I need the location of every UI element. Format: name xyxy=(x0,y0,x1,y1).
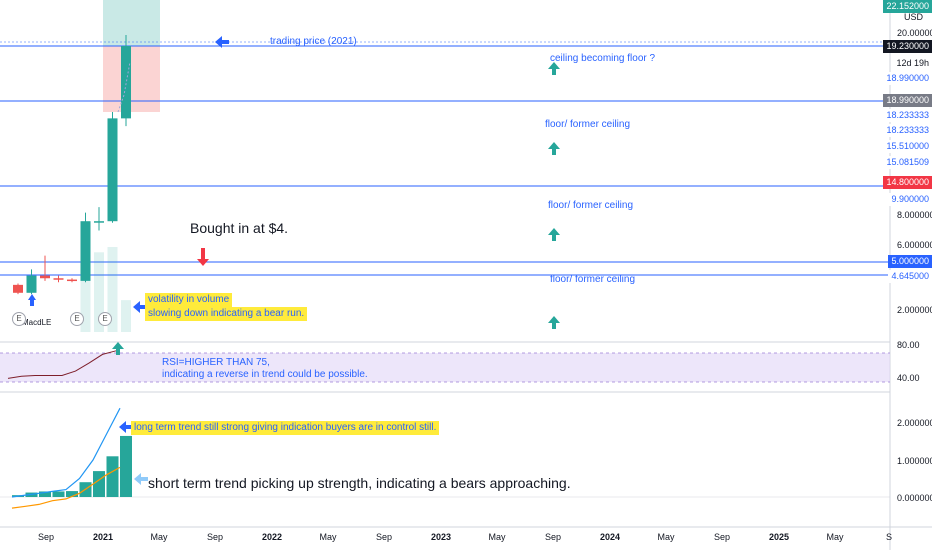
price-tag: 18.990000 xyxy=(883,94,932,107)
x-tick-label: 2024 xyxy=(599,532,621,542)
macd-label-1: 1.000000 xyxy=(897,456,932,466)
note-ceiling-floor: ceiling becoming floor ? xyxy=(550,53,656,64)
price-tag: 9.900000 xyxy=(888,193,932,206)
x-tick-label: 2021 xyxy=(92,532,114,542)
x-tick-label: 2022 xyxy=(261,532,283,542)
arrow-up-icon xyxy=(548,316,560,329)
x-tick-label: May xyxy=(319,532,337,542)
price-tag: 18.990000 xyxy=(883,72,932,85)
price-tag: 15.510000 xyxy=(883,140,932,153)
arrow-up-icon xyxy=(28,294,36,306)
position-target-zone xyxy=(103,0,160,46)
macd-histogram-bar xyxy=(106,456,119,497)
price-tag: 18.233333 xyxy=(883,109,932,122)
macd-label-2: 2.000000 xyxy=(897,418,932,428)
macd-histogram-bar xyxy=(120,435,132,497)
currency-label: USD xyxy=(904,12,924,22)
volume-bar xyxy=(80,278,91,332)
note-floor-former-3: floor/ former ceiling xyxy=(550,274,636,285)
note-short-term: short term trend picking up strength, in… xyxy=(148,475,571,491)
earnings-badge-1[interactable]: E xyxy=(12,312,26,326)
price-label-2: 2.000000 xyxy=(897,305,932,315)
earnings-badge-3[interactable]: E xyxy=(98,312,112,326)
price-label-6: 6.000000 xyxy=(897,240,932,250)
candle-body[interactable] xyxy=(13,284,23,293)
candle-body[interactable] xyxy=(107,118,118,222)
rsi-label-40: 40.00 xyxy=(897,373,920,383)
x-tick-label: Sep xyxy=(37,532,55,542)
x-tick-label: 2025 xyxy=(768,532,790,542)
volume-bar xyxy=(121,300,131,332)
arrow-left-icon xyxy=(134,473,148,485)
note-bought-in: Bought in at $4. xyxy=(190,220,289,236)
candle-body[interactable] xyxy=(80,221,91,281)
candle-body[interactable] xyxy=(67,279,77,282)
candle-body[interactable] xyxy=(94,221,104,223)
x-tick-label: May xyxy=(657,532,675,542)
price-tag: 12d 19h xyxy=(893,57,932,70)
x-tick-label: Sep xyxy=(206,532,224,542)
price-tag: 19.230000 xyxy=(883,40,932,53)
price-tag: 4.645000 xyxy=(888,270,932,283)
price-label-8: 8.000000 xyxy=(897,210,932,220)
price-tag: 18.233333 xyxy=(883,124,932,137)
note-rsi-2: indicating a reverse in trend could be p… xyxy=(162,369,368,380)
x-tick-label: Sep xyxy=(375,532,393,542)
price-tag: 15.081509 xyxy=(883,156,932,169)
x-tick-label: Sep xyxy=(544,532,562,542)
macd-histogram-bar xyxy=(93,471,105,497)
x-tick-label: May xyxy=(488,532,506,542)
x-tick-label: May xyxy=(826,532,844,542)
earnings-badge-2[interactable]: E xyxy=(70,312,84,326)
chart-canvas[interactable] xyxy=(0,0,932,550)
x-tick-label: 2023 xyxy=(430,532,452,542)
macd-strategy-label: MacdLE xyxy=(22,318,52,327)
candle-body[interactable] xyxy=(26,275,37,293)
note-volatility-1: volatility in volume xyxy=(145,293,233,307)
price-tag: 14.800000 xyxy=(883,176,932,189)
candle-body[interactable] xyxy=(121,46,131,119)
note-rsi-1: RSI=HIGHER THAN 75, xyxy=(162,357,270,368)
note-long-term: long term trend still strong giving indi… xyxy=(131,421,440,435)
price-label-20: 20.000000 xyxy=(897,28,932,38)
x-tick-label: Sep xyxy=(713,532,731,542)
arrow-up-icon xyxy=(548,228,560,241)
rsi-label-80: 80.00 xyxy=(897,340,920,350)
arrow-down-icon xyxy=(197,248,209,266)
x-tick-label: S xyxy=(885,532,893,542)
candle-body[interactable] xyxy=(40,275,50,279)
macd-label-0: 0.000000 xyxy=(897,493,932,503)
rsi-band xyxy=(0,353,890,382)
note-trading-price: trading price (2021) xyxy=(270,36,357,47)
note-floor-former-1: floor/ former ceiling xyxy=(545,119,631,130)
macd-histogram-bar xyxy=(52,491,65,497)
note-floor-former-2: floor/ former ceiling xyxy=(548,200,634,211)
x-tick-label: May xyxy=(150,532,168,542)
candle-body[interactable] xyxy=(53,278,64,280)
arrow-up-icon xyxy=(548,142,560,155)
price-tag: 5.000000 xyxy=(888,255,932,268)
position-stop-zone xyxy=(103,46,160,112)
note-volatility-2: slowing down indicating a bear run. xyxy=(145,307,308,321)
